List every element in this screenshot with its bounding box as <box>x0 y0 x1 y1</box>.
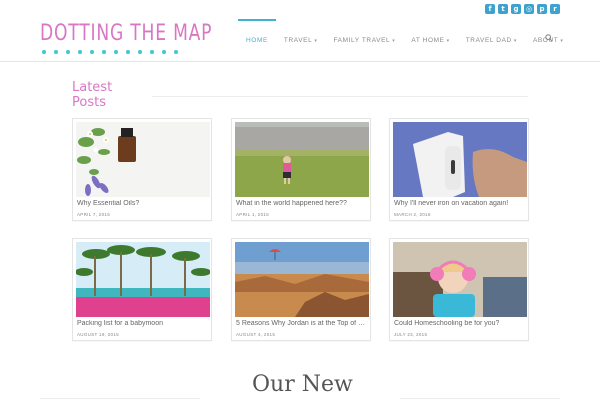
chevron-down-icon: ▾ <box>392 37 396 44</box>
nav-item-at-home[interactable]: AT HOME ▾ <box>403 19 457 62</box>
post-date: AUGUST 19, 2015 <box>77 332 119 337</box>
divider <box>152 96 528 97</box>
post-date: APRIL 1, 2016 <box>236 212 270 217</box>
nav-item-label: TRAVEL <box>283 37 313 44</box>
facebook-icon[interactable]: f <box>485 4 495 14</box>
post-card[interactable]: Packing list for a babymoon AUGUST 19, 2… <box>72 238 212 341</box>
nav-item-family-travel[interactable]: FAMILY TRAVEL ▾ <box>325 19 403 62</box>
nav-item-label: FAMILY TRAVEL <box>333 37 391 44</box>
post-date: JULY 23, 2015 <box>394 332 428 337</box>
our-new-heading: Our New <box>252 372 353 397</box>
logo-text: DOTTING THE MAP <box>40 21 213 46</box>
post-title[interactable]: Why Essential Oils? <box>77 200 209 207</box>
chevron-down-icon: ▾ <box>314 37 318 44</box>
nav-item-label: AT HOME <box>411 37 445 44</box>
post-card[interactable]: Could Homeschooling be for you? JULY 23,… <box>389 238 529 341</box>
post-title[interactable]: 5 Reasons Why Jordan is at the Top of M… <box>236 320 368 327</box>
post-title[interactable]: Could Homeschooling be for you? <box>394 320 526 327</box>
post-thumbnail[interactable] <box>235 122 369 197</box>
divider <box>40 398 200 399</box>
post-thumbnail[interactable] <box>393 242 527 317</box>
chevron-down-icon: ▾ <box>560 37 564 44</box>
search-icon[interactable] <box>545 34 553 42</box>
chevron-down-icon: ▾ <box>513 37 517 44</box>
post-title[interactable]: What in the world happened here?? <box>236 200 368 207</box>
post-date: APRIL 7, 2016 <box>77 212 111 217</box>
main-nav: HOME TRAVEL ▾ FAMILY TRAVEL ▾ AT HOME ▾ TRAVEL … <box>238 19 571 62</box>
rss-icon[interactable]: r <box>550 4 560 14</box>
post-thumbnail[interactable] <box>393 122 527 197</box>
post-thumbnail[interactable] <box>235 242 369 317</box>
post-date: AUGUST 4, 2015 <box>236 332 276 337</box>
nav-item-label: TRAVEL DAD <box>465 37 512 44</box>
instagram-icon[interactable]: ◎ <box>524 4 534 14</box>
site-header: DOTTING THE MAP f t g ◎ p r HOME TRAVEL ▾ FAMILY… <box>0 0 600 62</box>
post-title[interactable]: Packing list for a babymoon <box>77 320 209 327</box>
chevron-down-icon: ▾ <box>446 37 450 44</box>
pinterest-icon[interactable]: p <box>537 4 547 14</box>
site-logo[interactable]: DOTTING THE MAP <box>40 21 213 58</box>
twitter-icon[interactable]: t <box>498 4 508 14</box>
logo-dots <box>42 50 178 54</box>
post-card[interactable]: Why Essential Oils? APRIL 7, 2016 <box>72 118 212 221</box>
nav-item-label: HOME <box>246 37 268 44</box>
post-card[interactable]: 5 Reasons Why Jordan is at the Top of M…… <box>231 238 371 341</box>
nav-item-travel-dad[interactable]: TRAVEL DAD ▾ <box>458 19 525 62</box>
post-title[interactable]: Why I'll never iron on vacation again! <box>394 200 526 207</box>
social-links: f t g ◎ p r <box>485 4 560 14</box>
post-date: MARCH 2, 2016 <box>394 212 431 217</box>
post-card[interactable]: Why I'll never iron on vacation again! M… <box>389 118 529 221</box>
google-plus-icon[interactable]: g <box>511 4 521 14</box>
post-thumbnail[interactable] <box>76 122 210 197</box>
latest-posts-heading: Latest Posts <box>72 80 113 110</box>
divider <box>400 398 560 399</box>
post-card[interactable]: What in the world happened here?? APRIL … <box>231 118 371 221</box>
nav-item-travel[interactable]: TRAVEL ▾ <box>276 19 326 62</box>
nav-item-home[interactable]: HOME <box>238 19 276 62</box>
post-thumbnail[interactable] <box>76 242 210 317</box>
